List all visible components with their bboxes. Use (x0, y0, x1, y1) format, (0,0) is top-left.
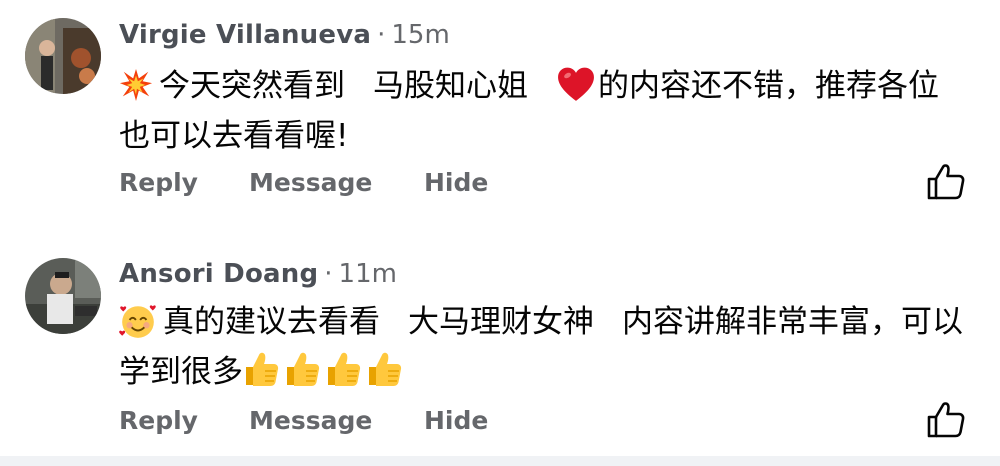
bottom-divider (0, 456, 1000, 466)
collision-emoji (119, 68, 153, 102)
red-heart-emoji (558, 67, 594, 101)
like-button[interactable] (926, 163, 966, 201)
hide-button[interactable]: Hide (424, 406, 488, 435)
like-button[interactable] (926, 401, 966, 439)
author-name[interactable]: Virgie Villanueva (119, 20, 371, 50)
avatar[interactable] (25, 258, 101, 334)
text-segment-highlight: 大马理财女神 (408, 304, 594, 340)
thumbs-up-outline-icon (927, 164, 965, 200)
separator: · (377, 20, 386, 50)
comment: Virgie Villanueva · 15m 今天突然看到 马股知心姐 的内容还… (0, 0, 1000, 232)
message-button[interactable]: Message (249, 406, 372, 435)
reply-button[interactable]: Reply (119, 168, 198, 197)
comment-text: 今天突然看到 马股知心姐 的内容还不错，推荐各位也可以去看看喔! (119, 61, 964, 161)
separator: · (324, 259, 333, 289)
message-button[interactable]: Message (249, 168, 372, 197)
thumbs-up-emoji (325, 350, 361, 388)
text-segment: 今天突然看到 (159, 68, 345, 104)
text-segment: 真的建议去看看 (163, 304, 380, 340)
timestamp[interactable]: 15m (391, 20, 449, 50)
comment-header: Virgie Villanueva · 15m (119, 20, 450, 56)
timestamp[interactable]: 11m (339, 259, 397, 289)
reply-button[interactable]: Reply (119, 406, 198, 435)
thumbs-up-emoji (243, 350, 279, 388)
thumbs-up-emoji (284, 350, 320, 388)
comment-text: 真的建议去看看 大马理财女神 内容讲解非常丰富，可以学到很多 (119, 297, 964, 397)
comment-header: Ansori Doang · 11m (119, 259, 397, 295)
author-name[interactable]: Ansori Doang (119, 259, 318, 289)
thumbs-up-emoji (366, 350, 402, 388)
text-segment-highlight: 马股知心姐 (373, 68, 528, 104)
comment: Ansori Doang · 11m 真的建议去看看 大马理财女神 内容讲解非常丰富… (0, 232, 1000, 466)
thumbs-up-outline-icon (927, 402, 965, 438)
smiling-face-with-hearts-emoji (119, 305, 156, 338)
hide-button[interactable]: Hide (424, 168, 488, 197)
avatar[interactable] (25, 18, 101, 94)
